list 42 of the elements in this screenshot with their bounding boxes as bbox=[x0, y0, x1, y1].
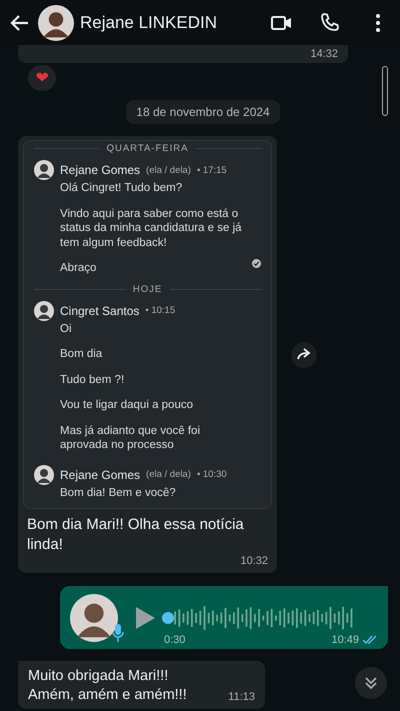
message-text: Mas já adianto que você foi aprovada no processo bbox=[60, 424, 202, 452]
chevrons-down-icon bbox=[364, 675, 378, 691]
profile-avatar bbox=[34, 300, 54, 320]
message-text: Bom dia bbox=[60, 347, 104, 362]
playback-handle[interactable] bbox=[162, 612, 174, 624]
date-label: 18 de novembro de 2024 bbox=[126, 100, 280, 124]
message-text: Abraço bbox=[60, 261, 98, 276]
message-text: Bom dia! Bem e você? bbox=[60, 486, 177, 500]
reaction[interactable]: ❤ bbox=[28, 65, 56, 91]
message-text: Vindo aqui para saber como está o status da minha candidatura e se já tem algum feedback! bbox=[60, 206, 243, 250]
forward-icon[interactable] bbox=[291, 342, 317, 368]
message-text: Vou te ligar daqui a pouco bbox=[60, 398, 194, 412]
microphone-icon bbox=[112, 624, 124, 642]
post-time: • 10:15 bbox=[145, 305, 176, 316]
profile-avatar bbox=[34, 160, 54, 180]
message-text: Olá Cingret! Tudo bem? bbox=[60, 181, 184, 196]
author-name: Rejane Gomes bbox=[60, 468, 140, 482]
post-time: • 17:15 bbox=[196, 164, 227, 176]
message-time: 11:13 bbox=[228, 691, 255, 703]
message-text: Oi bbox=[60, 322, 72, 336]
pronouns: (ela / dela) bbox=[146, 164, 191, 176]
message-text: Tudo bem ?! bbox=[60, 372, 126, 387]
author-name: Cingret Santos bbox=[60, 304, 140, 318]
message-time: 10:49 bbox=[331, 634, 359, 646]
pronouns: (ela / dela) bbox=[146, 469, 191, 480]
post-time: • 10:30 bbox=[196, 469, 227, 480]
day-label: HOJE bbox=[132, 284, 162, 294]
author-name: Rejane Gomes bbox=[60, 163, 140, 177]
message-time: 14:32 bbox=[310, 48, 338, 60]
day-label: QUARTA-FEIRA bbox=[106, 143, 188, 154]
contact-name[interactable]: Rejane LINKEDIN bbox=[80, 12, 246, 32]
voice-duration: 0:30 bbox=[164, 634, 186, 646]
contact-avatar bbox=[38, 4, 74, 40]
scrollbar[interactable] bbox=[382, 66, 388, 116]
play-icon[interactable] bbox=[134, 606, 156, 630]
message-time: 10:32 bbox=[239, 555, 269, 567]
message-text: Bom dia Mari!! Olha essa notícia linda! bbox=[26, 515, 245, 555]
profile-avatar bbox=[34, 464, 54, 484]
scroll-down-button[interactable] bbox=[355, 667, 387, 699]
sender-avatar bbox=[70, 594, 118, 642]
message-text: Amém, amém e amém!!! bbox=[28, 686, 187, 705]
message-text: Muito obrigada Mari!!! bbox=[28, 667, 168, 686]
